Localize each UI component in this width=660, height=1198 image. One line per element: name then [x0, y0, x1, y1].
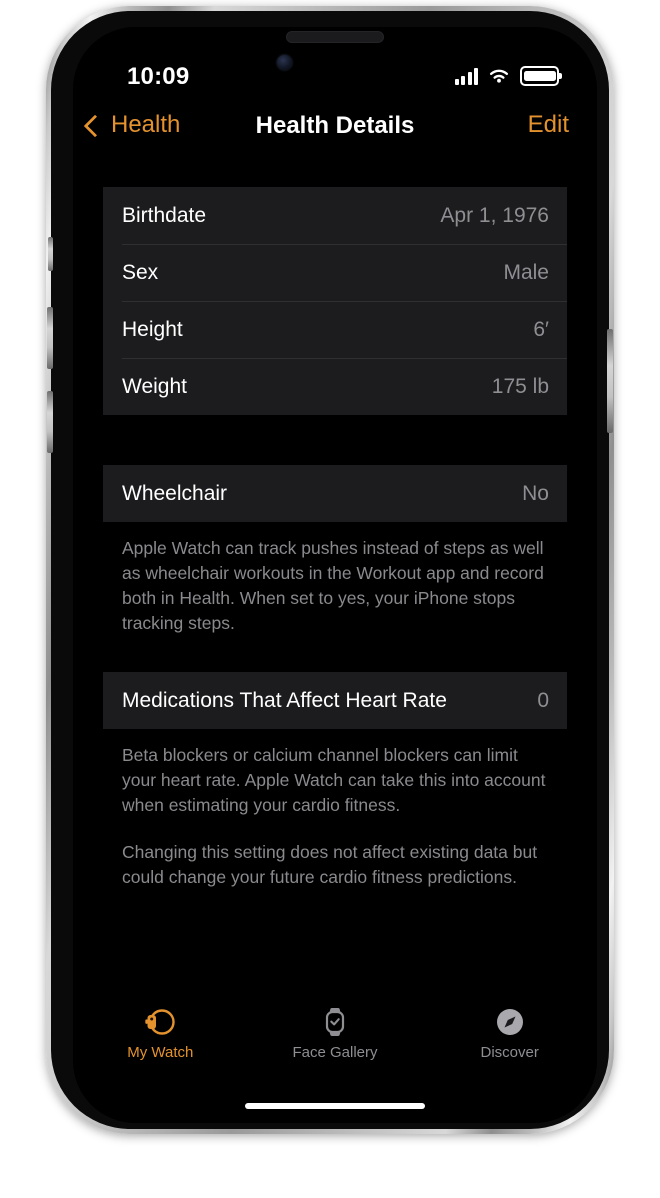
row-label: Medications That Affect Heart Rate: [122, 688, 447, 712]
row-weight[interactable]: Weight 175 lb: [103, 358, 567, 415]
tab-label: Face Gallery: [292, 1044, 378, 1061]
phone-bezel: 10:09 Health Health Details Edit Birthda…: [47, 11, 613, 1129]
row-wheelchair[interactable]: Wheelchair No: [103, 465, 567, 522]
mute-switch[interactable]: [48, 237, 53, 271]
page-title: Health Details: [255, 112, 415, 139]
medications-footer-text: Beta blockers or calcium channel blocker…: [103, 743, 567, 890]
profile-section-card: Birthdate Apr 1, 1976 Sex Male Height 6′…: [103, 187, 567, 415]
footer-paragraph: Changing this setting does not affect ex…: [122, 842, 538, 887]
wheelchair-footer-text: Apple Watch can track pushes instead of …: [103, 536, 567, 636]
tab-discover[interactable]: Discover: [422, 1003, 597, 1077]
watch-face-icon: [321, 1007, 349, 1037]
navigation-bar: Health Health Details Edit: [73, 111, 597, 163]
power-button[interactable]: [607, 329, 613, 433]
row-medications-heart-rate[interactable]: Medications That Affect Heart Rate 0: [103, 672, 567, 729]
row-value: 0: [537, 688, 549, 712]
wheelchair-section-card: Wheelchair No: [103, 465, 567, 522]
status-icons: [454, 66, 562, 86]
row-value: Male: [503, 260, 549, 284]
settings-content: Birthdate Apr 1, 1976 Sex Male Height 6′…: [73, 187, 597, 1123]
row-height[interactable]: Height 6′: [103, 301, 567, 358]
tab-label: Discover: [480, 1044, 539, 1061]
row-value: Apr 1, 1976: [440, 203, 549, 227]
footer-paragraph: Apple Watch can track pushes instead of …: [122, 538, 544, 633]
home-indicator[interactable]: [245, 1103, 425, 1109]
cellular-signal-icon: [454, 67, 478, 85]
row-label: Birthdate: [122, 203, 207, 227]
medications-section-card: Medications That Affect Heart Rate 0: [103, 672, 567, 729]
row-value: 175 lb: [491, 374, 549, 398]
tab-label: My Watch: [127, 1044, 194, 1061]
volume-down-button[interactable]: [47, 391, 53, 453]
row-label: Weight: [122, 374, 187, 398]
row-value: No: [522, 481, 549, 505]
footer-paragraph: Beta blockers or calcium channel blocker…: [122, 745, 546, 815]
tab-bar: My Watch Face Gallery Discover: [73, 1003, 597, 1077]
row-birthdate[interactable]: Birthdate Apr 1, 1976: [103, 187, 567, 244]
earpiece-speaker: [286, 31, 384, 43]
row-label: Height: [122, 317, 183, 341]
volume-up-button[interactable]: [47, 307, 53, 369]
phone-screen: 10:09 Health Health Details Edit Birthda…: [73, 27, 597, 1123]
status-time: 10:09: [127, 63, 190, 90]
wifi-icon: [489, 69, 509, 83]
compass-icon: [495, 1007, 525, 1037]
row-sex[interactable]: Sex Male: [103, 244, 567, 301]
watch-side-icon: [143, 1007, 177, 1037]
row-value: 6′: [533, 317, 549, 341]
row-label: Wheelchair: [122, 481, 228, 505]
battery-full-icon: [520, 66, 562, 86]
row-label: Sex: [122, 260, 159, 284]
iphone-device-frame: 10:09 Health Health Details Edit Birthda…: [46, 6, 614, 1134]
tab-my-watch[interactable]: My Watch: [73, 1003, 248, 1077]
edit-button[interactable]: Edit: [528, 111, 569, 139]
status-bar: 10:09: [73, 63, 597, 93]
tab-face-gallery[interactable]: Face Gallery: [248, 1003, 423, 1077]
